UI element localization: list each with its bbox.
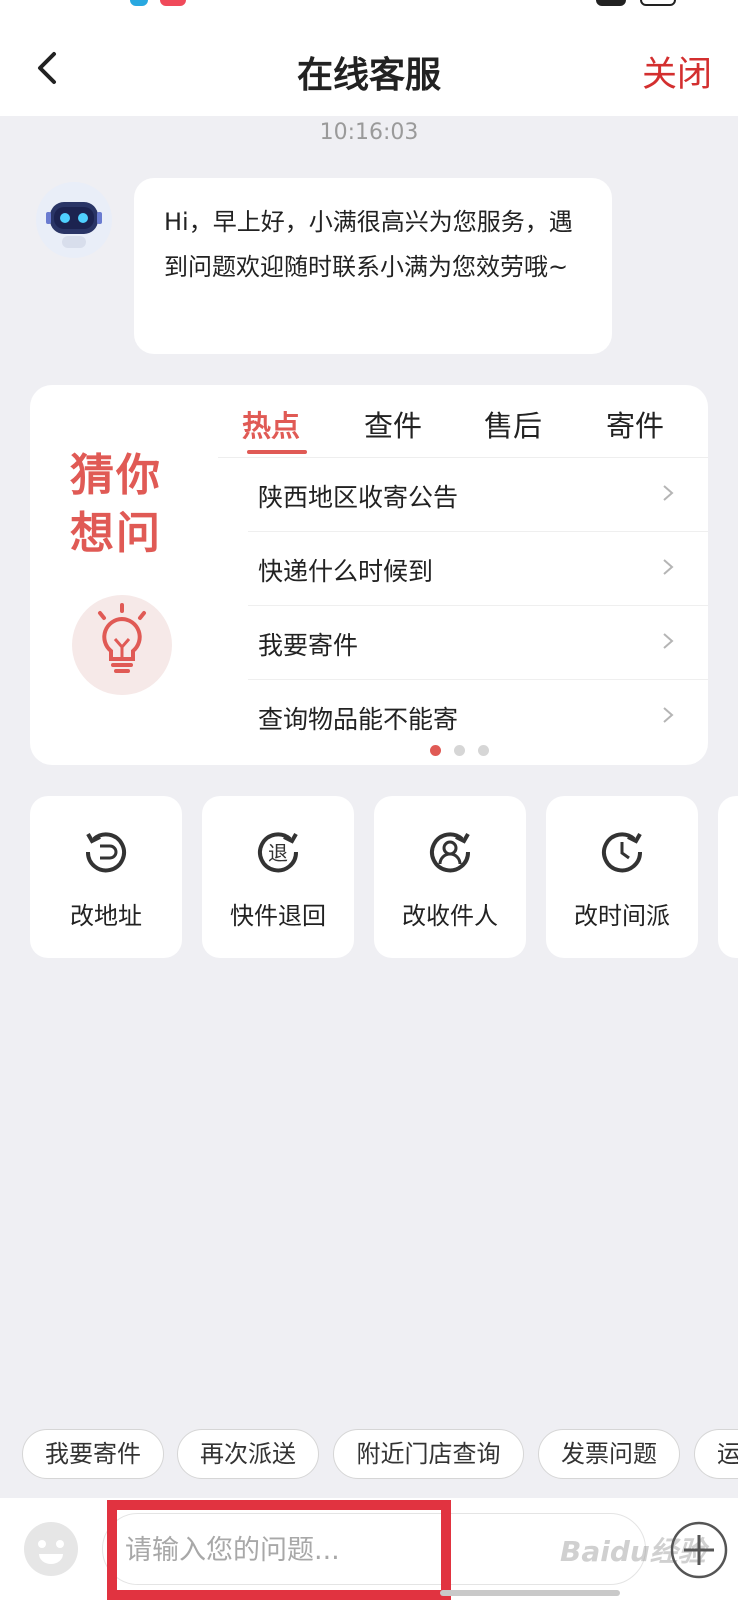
return-parcel-icon: 退 — [258, 832, 299, 873]
quick-chip-more[interactable]: 运 — [694, 1429, 738, 1479]
page-dot[interactable] — [454, 745, 465, 756]
quick-chip-nearby-store[interactable]: 附近门店查询 — [333, 1429, 524, 1479]
action-change-address[interactable]: 改地址 — [30, 796, 182, 958]
question-item[interactable]: 陕西地区收寄公告 — [248, 458, 708, 532]
plus-icon[interactable] — [670, 1521, 728, 1579]
guess-heading: 猜你想问 — [70, 450, 162, 559]
action-label: 快件退回 — [230, 902, 326, 930]
home-indicator — [440, 1590, 620, 1596]
quick-chip-send[interactable]: 我要寄件 — [22, 1429, 164, 1479]
status-icon-dark — [596, 0, 626, 6]
question-item[interactable]: 我要寄件 — [248, 606, 708, 680]
header: 在线客服 关闭 — [0, 12, 738, 116]
action-change-recipient[interactable]: 改收件人 — [374, 796, 526, 958]
chevron-right-icon — [663, 485, 674, 501]
tab-hot[interactable]: 热点 — [242, 403, 300, 445]
svg-text:退: 退 — [268, 841, 288, 865]
change-address-icon — [85, 832, 126, 873]
question-tabs: 热点 查件 售后 寄件 — [218, 403, 708, 455]
page-dot[interactable] — [478, 745, 489, 756]
action-label: 改收件人 — [402, 902, 498, 930]
question-label: 陕西地区收寄公告 — [258, 483, 459, 512]
close-button[interactable]: 关闭 — [642, 46, 712, 97]
bot-avatar — [36, 182, 112, 258]
tab-after-sales[interactable]: 售后 — [484, 403, 542, 445]
status-bar — [0, 0, 738, 12]
action-change-delivery-time[interactable]: 改时间派 — [546, 796, 698, 958]
message-timestamp: 10:16:03 — [319, 120, 419, 145]
lightbulb-icon — [72, 595, 172, 695]
question-label: 我要寄件 — [258, 631, 359, 660]
tab-track[interactable]: 查件 — [364, 403, 422, 445]
quick-chip-redeliver[interactable]: 再次派送 — [177, 1429, 319, 1479]
battery-icon — [640, 0, 676, 6]
emoji-icon[interactable] — [22, 1520, 80, 1578]
page-title: 在线客服 — [296, 55, 441, 96]
chevron-right-icon — [663, 707, 674, 723]
quick-chip-invoice[interactable]: 发票问题 — [538, 1429, 680, 1479]
tab-send[interactable]: 寄件 — [606, 403, 664, 445]
action-more[interactable] — [718, 796, 738, 958]
pagination-dots — [430, 741, 502, 760]
question-item[interactable]: 快递什么时候到 — [248, 532, 708, 606]
page-dot[interactable] — [430, 745, 441, 756]
question-label: 快递什么时候到 — [258, 557, 434, 586]
chevron-right-icon — [663, 559, 674, 575]
action-label: 改地址 — [70, 902, 142, 930]
status-icon-red — [160, 0, 186, 6]
guess-card: 猜你想问 热点 查件 售后 寄件 陕西地区收寄公告 快递什么时候到 我要寄件 查… — [30, 385, 708, 765]
action-label: 改时间派 — [574, 902, 670, 930]
message-input[interactable] — [123, 1524, 547, 1576]
action-return-parcel[interactable]: 退 快件退回 — [202, 796, 354, 958]
bot-message-bubble: Hi，早上好，小满很高兴为您服务，遇到问题欢迎随时联系小满为您效劳哦~ — [134, 178, 612, 354]
change-delivery-time-icon — [602, 832, 643, 873]
status-icon-blue — [130, 0, 148, 6]
active-tab-indicator — [247, 450, 307, 454]
chevron-right-icon — [663, 633, 674, 649]
question-label: 查询物品能不能寄 — [258, 705, 459, 734]
change-recipient-icon — [430, 832, 471, 873]
